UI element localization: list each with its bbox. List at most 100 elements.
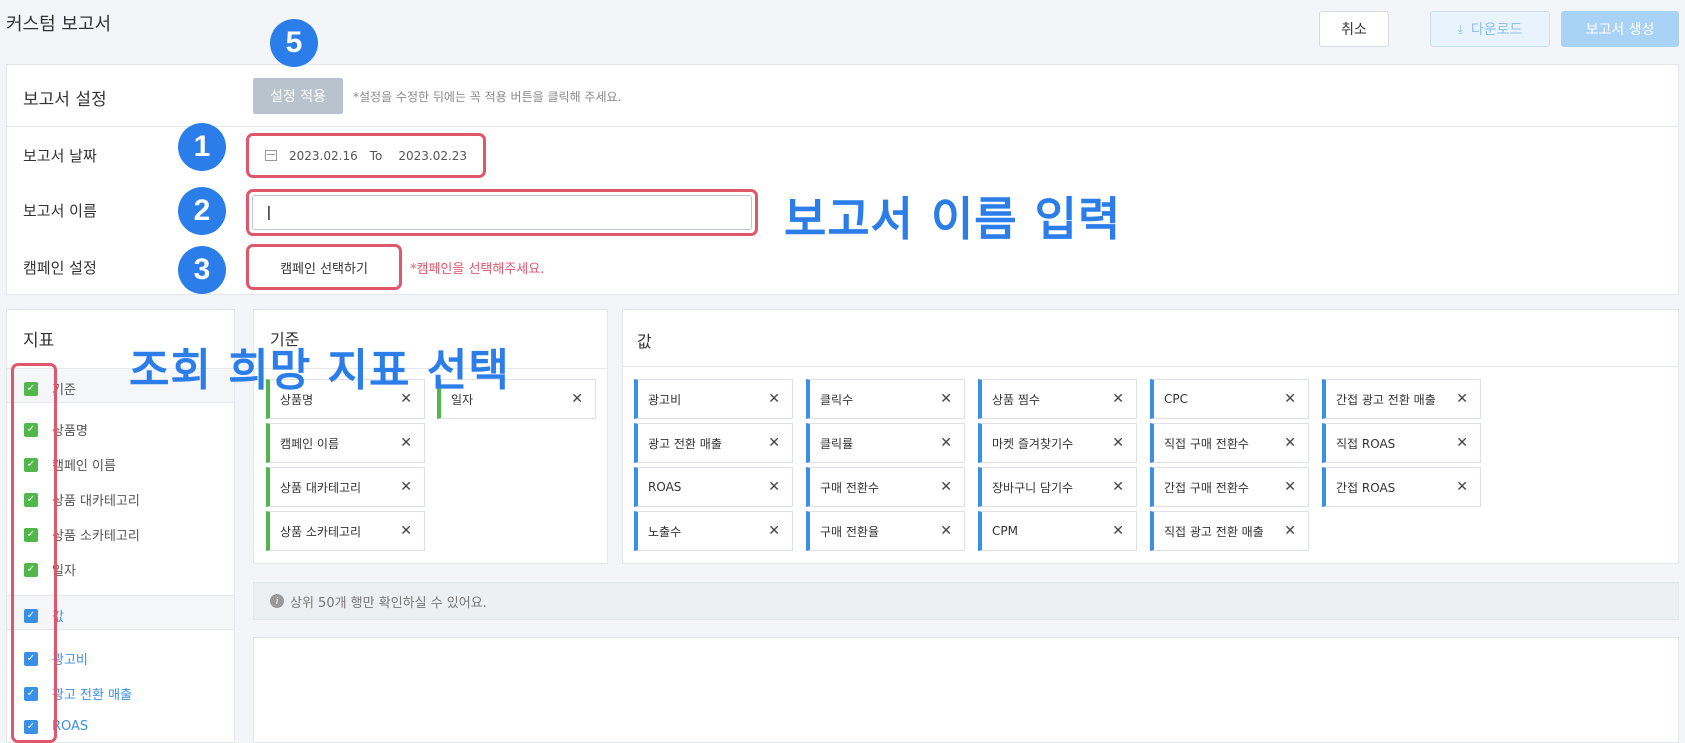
report-name-field <box>246 189 758 236</box>
report-name-input[interactable] <box>252 195 752 230</box>
info-icon: i <box>270 594 284 608</box>
close-icon[interactable]: ✕ <box>1112 523 1124 539</box>
value-chip-label: CPC <box>1164 392 1188 406</box>
close-icon[interactable]: ✕ <box>400 479 412 495</box>
value-chip[interactable]: 간접 광고 전환 매출 ✕ <box>1322 379 1481 419</box>
criteria-item-label: 상품 대카테고리 <box>52 494 140 509</box>
close-icon[interactable]: ✕ <box>1456 435 1468 451</box>
value-chip-label: 간접 광고 전환 매출 <box>1336 392 1436 407</box>
value-chip[interactable]: 직접 구매 전환수 ✕ <box>1150 423 1309 463</box>
close-icon[interactable]: ✕ <box>1284 435 1296 451</box>
close-icon[interactable]: ✕ <box>768 435 780 451</box>
close-icon[interactable]: ✕ <box>400 523 412 539</box>
close-icon[interactable]: ✕ <box>1112 391 1124 407</box>
value-chip[interactable]: 상품 찜수 ✕ <box>978 379 1137 419</box>
value-chip[interactable]: 마켓 즐겨찾기수 ✕ <box>978 423 1137 463</box>
value-chip[interactable]: 노출수 ✕ <box>634 511 793 551</box>
close-icon[interactable]: ✕ <box>940 479 952 495</box>
value-chip[interactable]: 클릭수 ✕ <box>806 379 965 419</box>
value-chip[interactable]: 간접 ROAS ✕ <box>1322 467 1481 507</box>
value-chip[interactable]: CPC ✕ <box>1150 379 1309 419</box>
close-icon[interactable]: ✕ <box>940 435 952 451</box>
calendar-icon <box>265 150 277 161</box>
download-button[interactable]: ⤓ 다운로드 <box>1430 11 1550 47</box>
close-icon[interactable]: ✕ <box>1284 391 1296 407</box>
value-chip-label: 노출수 <box>648 524 682 539</box>
settings-title: 보고서 설정 <box>23 90 107 110</box>
criteria-chip[interactable]: 상품 대카테고리 ✕ <box>266 467 425 507</box>
value-chip-label: 클릭수 <box>820 392 854 407</box>
criteria-item-label: 상품명 <box>52 424 88 439</box>
close-icon[interactable]: ✕ <box>768 523 780 539</box>
value-chip-label: 광고 전환 매출 <box>648 436 722 451</box>
download-icon: ⤓ <box>1457 21 1463 36</box>
value-chip[interactable]: CPM ✕ <box>978 511 1137 551</box>
close-icon[interactable]: ✕ <box>940 523 952 539</box>
info-text: 상위 50개 행만 확인하실 수 있어요. <box>290 595 487 611</box>
value-panel-divider <box>623 366 1678 367</box>
step-badge-2: 2 <box>178 187 226 235</box>
close-icon[interactable]: ✕ <box>400 435 412 451</box>
date-from: 2023.02.16 <box>289 148 358 163</box>
value-chip[interactable]: 장바구니 담기수 ✕ <box>978 467 1137 507</box>
value-chip[interactable]: 직접 ROAS ✕ <box>1322 423 1481 463</box>
name-label: 보고서 이름 <box>23 202 97 220</box>
metrics-title: 지표 <box>23 331 55 351</box>
apply-hint: *설정을 수정한 뒤에는 꼭 적용 버튼을 클릭해 주세요. <box>353 90 622 104</box>
campaign-label: 캠페인 설정 <box>23 259 97 277</box>
value-chip[interactable]: 구매 전환수 ✕ <box>806 467 965 507</box>
apply-settings-button[interactable]: 설정 적용 <box>253 78 343 114</box>
value-chip-label: 구매 전환율 <box>820 524 880 539</box>
value-chip[interactable]: 광고비 ✕ <box>634 379 793 419</box>
close-icon[interactable]: ✕ <box>1456 479 1468 495</box>
close-icon[interactable]: ✕ <box>768 479 780 495</box>
value-chip-label: 구매 전환수 <box>820 480 880 495</box>
value-chip[interactable]: 광고 전환 매출 ✕ <box>634 423 793 463</box>
criteria-item-label: 캠페인 이름 <box>52 459 116 474</box>
criteria-chip-label: 상품 대카테고리 <box>280 480 362 495</box>
close-icon[interactable]: ✕ <box>940 391 952 407</box>
value-item-label: 광고 전환 매출 <box>52 688 133 703</box>
date-range-picker[interactable]: 2023.02.16 To 2023.02.23 <box>246 133 486 178</box>
value-panel-title: 값 <box>637 332 652 351</box>
page-title: 커스텀 보고서 <box>6 14 112 35</box>
value-chip[interactable]: ROAS ✕ <box>634 467 793 507</box>
value-chip[interactable]: 클릭률 ✕ <box>806 423 965 463</box>
criteria-chip[interactable]: 상품 소카테고리 ✕ <box>266 511 425 551</box>
step-badge-1: 1 <box>178 123 226 171</box>
value-chip-label: 직접 구매 전환수 <box>1164 436 1249 451</box>
criteria-chip-label: 캠페인 이름 <box>280 436 340 451</box>
value-chip-label: 간접 구매 전환수 <box>1164 480 1249 495</box>
campaign-hint: *캠페인을 선택해주세요. <box>410 262 545 277</box>
step-badge-5: 5 <box>270 19 318 67</box>
download-label: 다운로드 <box>1470 22 1523 38</box>
value-chip-label: 클릭률 <box>820 436 854 451</box>
date-to: 2023.02.23 <box>398 148 468 163</box>
value-chip-label: 간접 ROAS <box>1336 480 1396 495</box>
value-chip-label: 직접 ROAS <box>1336 436 1396 451</box>
annotation-metric-select: 조회 희망 지표 선택 <box>129 345 510 396</box>
value-chip-label: ROAS <box>648 480 682 494</box>
value-chip[interactable]: 간접 구매 전환수 ✕ <box>1150 467 1309 507</box>
close-icon[interactable]: ✕ <box>1284 523 1296 539</box>
close-icon[interactable]: ✕ <box>1456 391 1468 407</box>
select-campaign-button[interactable]: 캠페인 선택하기 <box>246 244 402 290</box>
value-item-label: 광고비 <box>52 653 88 668</box>
results-panel <box>253 637 1679 743</box>
step-badge-3: 3 <box>178 246 226 294</box>
date-label: 보고서 날짜 <box>23 147 97 165</box>
close-icon[interactable]: ✕ <box>1284 479 1296 495</box>
close-icon[interactable]: ✕ <box>768 391 780 407</box>
create-report-button[interactable]: 보고서 생성 <box>1561 11 1679 47</box>
value-chip-label: 직접 광고 전환 매출 <box>1164 524 1264 539</box>
close-icon[interactable]: ✕ <box>1112 479 1124 495</box>
close-icon[interactable]: ✕ <box>571 391 583 407</box>
value-chip-label: 마켓 즐겨찾기수 <box>992 436 1074 451</box>
close-icon[interactable]: ✕ <box>1112 435 1124 451</box>
annotation-name-input: 보고서 이름 입력 <box>784 192 1122 246</box>
criteria-chip-label: 상품 소카테고리 <box>280 524 362 539</box>
cancel-button[interactable]: 취소 <box>1319 11 1389 47</box>
criteria-chip[interactable]: 캠페인 이름 ✕ <box>266 423 425 463</box>
value-chip[interactable]: 직접 광고 전환 매출 ✕ <box>1150 511 1309 551</box>
value-chip[interactable]: 구매 전환율 ✕ <box>806 511 965 551</box>
